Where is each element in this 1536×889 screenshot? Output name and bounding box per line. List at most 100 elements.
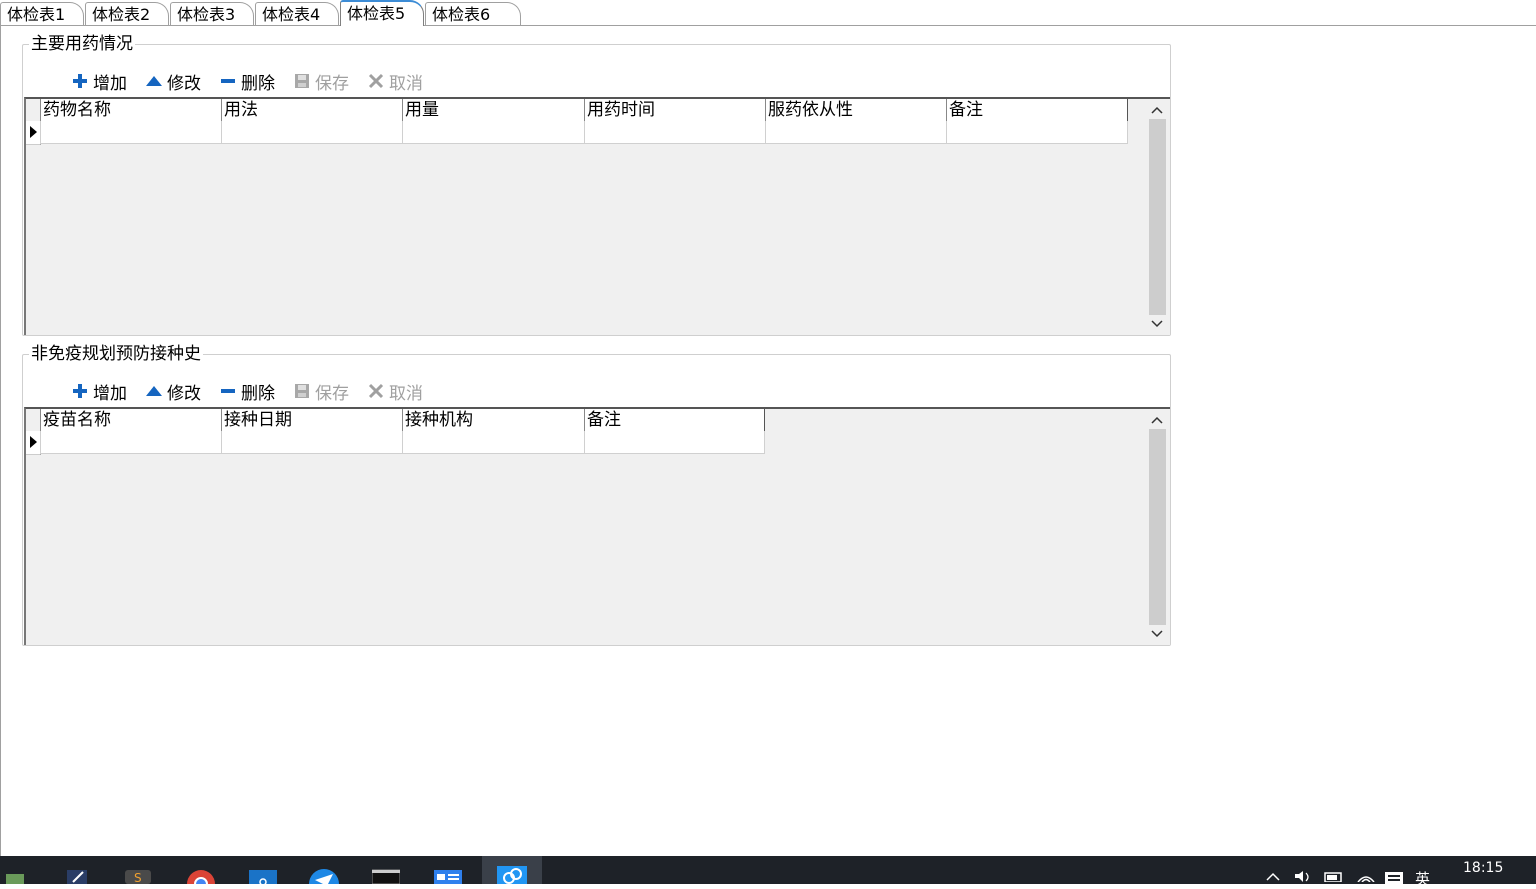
link-app-icon[interactable]	[482, 856, 542, 884]
save-button-label: 保存	[315, 383, 349, 404]
table-row[interactable]	[40, 431, 765, 454]
vertical-scrollbar[interactable]	[1146, 99, 1168, 335]
grid-header: 药物名称 用法 用量 用药时间 服药依从性 备注	[40, 99, 1128, 122]
taskbar: S 英 18:15	[0, 856, 1536, 888]
minus-icon	[219, 72, 237, 90]
add-button-label: 增加	[93, 73, 127, 94]
table-cell[interactable]	[40, 121, 221, 144]
table-cell[interactable]	[221, 431, 402, 454]
chevron-up-icon[interactable]	[1266, 870, 1280, 885]
column-header[interactable]: 接种日期	[221, 409, 402, 431]
cancel-button-label: 取消	[389, 383, 423, 404]
save-button-label: 保存	[315, 73, 349, 94]
edit-button-label: 修改	[167, 383, 201, 404]
save-button[interactable]: 保存	[293, 379, 349, 404]
chevron-up-icon[interactable]	[1146, 101, 1168, 119]
plus-icon	[71, 72, 89, 90]
table-cell[interactable]	[946, 121, 1128, 144]
row-indicator[interactable]	[26, 121, 41, 145]
tab-form-6[interactable]: 体检表6	[425, 2, 521, 25]
cancel-button[interactable]: 取消	[367, 69, 423, 94]
tab-form-4[interactable]: 体检表4	[255, 2, 339, 25]
tab-label: 体检表3	[177, 5, 236, 24]
close-icon	[367, 382, 385, 400]
floppy-disk-icon	[293, 72, 311, 90]
table-cell[interactable]	[40, 431, 221, 454]
vaccination-group: 非免疫规划预防接种史 增加 修改 删除 保存 取消 疫苗名称 接种日期 接种机构…	[22, 343, 1171, 646]
edit-button[interactable]: 修改	[145, 69, 201, 94]
close-icon	[367, 72, 385, 90]
chevron-down-icon[interactable]	[1146, 625, 1168, 643]
tab-label: 体检表1	[7, 5, 66, 24]
add-button[interactable]: 增加	[71, 69, 127, 94]
minus-icon	[219, 382, 237, 400]
tab-divider	[0, 25, 1536, 26]
svg-text:S: S	[134, 871, 142, 884]
table-cell[interactable]	[402, 121, 584, 144]
delete-button[interactable]: 删除	[219, 69, 275, 94]
column-header[interactable]: 用药时间	[584, 99, 765, 121]
grid-header: 疫苗名称 接种日期 接种机构 备注	[40, 409, 765, 432]
table-cell[interactable]	[402, 431, 584, 454]
vaccination-grid[interactable]: 疫苗名称 接种日期 接种机构 备注	[24, 407, 1170, 645]
edit-button[interactable]: 修改	[145, 379, 201, 404]
cancel-button[interactable]: 取消	[367, 379, 423, 404]
tab-form-3[interactable]: 体检表3	[170, 2, 254, 25]
send-app-icon[interactable]	[300, 856, 348, 884]
triangle-up-icon	[145, 382, 163, 400]
tab-label: 体检表5	[347, 4, 406, 23]
delete-button-label: 删除	[241, 73, 275, 94]
chrome-icon[interactable]	[177, 856, 225, 884]
delete-button[interactable]: 删除	[219, 379, 275, 404]
sublime-text-icon[interactable]: S	[114, 856, 162, 884]
clock[interactable]: 18:15	[1463, 860, 1503, 876]
tab-label: 体检表2	[92, 5, 151, 24]
plus-icon	[71, 382, 89, 400]
tab-form-1[interactable]: 体检表1	[0, 2, 84, 25]
vertical-scrollbar[interactable]	[1146, 409, 1168, 645]
column-header[interactable]: 服药依从性	[765, 99, 946, 121]
start-app-icon[interactable]	[0, 856, 30, 884]
table-row[interactable]	[40, 121, 1128, 144]
notification-icon[interactable]	[1384, 870, 1404, 888]
edit-button-label: 修改	[167, 73, 201, 94]
delete-button-label: 删除	[241, 383, 275, 404]
column-header[interactable]: 接种机构	[402, 409, 584, 431]
medication-grid[interactable]: 药物名称 用法 用量 用药时间 服药依从性 备注	[24, 97, 1170, 335]
column-header[interactable]: 备注	[946, 99, 1128, 121]
terminal-icon[interactable]	[362, 856, 410, 884]
table-cell[interactable]	[221, 121, 402, 144]
table-cell[interactable]	[584, 431, 765, 454]
chevron-up-icon[interactable]	[1146, 411, 1168, 429]
tab-label: 体检表6	[432, 5, 491, 24]
pen-app-icon[interactable]	[53, 856, 101, 884]
floppy-disk-icon	[293, 382, 311, 400]
scrollbar-thumb[interactable]	[1149, 119, 1166, 315]
table-cell[interactable]	[765, 121, 946, 144]
column-header[interactable]: 疫苗名称	[40, 409, 221, 431]
app-blue-icon[interactable]	[239, 856, 287, 884]
panel-border	[0, 26, 1, 856]
add-button-label: 增加	[93, 383, 127, 404]
column-header[interactable]: 备注	[584, 409, 765, 431]
column-header[interactable]: 药物名称	[40, 99, 221, 121]
save-button[interactable]: 保存	[293, 69, 349, 94]
add-button[interactable]: 增加	[71, 379, 127, 404]
column-header[interactable]: 用量	[402, 99, 584, 121]
contacts-app-icon[interactable]	[424, 856, 472, 884]
medication-group-title: 主要用药情况	[29, 33, 135, 55]
scrollbar-thumb[interactable]	[1149, 429, 1166, 625]
medication-group: 主要用药情况 增加 修改 删除 保存 取消 药物名称 用法 用量 用药时间 服药…	[22, 33, 1171, 336]
row-indicator[interactable]	[26, 431, 41, 455]
vaccination-toolbar: 增加 修改 删除 保存 取消	[71, 379, 441, 404]
medication-toolbar: 增加 修改 删除 保存 取消	[71, 69, 441, 94]
tab-form-5[interactable]: 体检表5	[340, 0, 424, 26]
ime-indicator[interactable]: 英	[1415, 868, 1430, 889]
column-header[interactable]: 用法	[221, 99, 402, 121]
chevron-down-icon[interactable]	[1146, 315, 1168, 333]
tab-bar: 体检表1 体检表2 体检表3 体检表4 体检表5 体检表6	[0, 0, 1536, 26]
tab-label: 体检表4	[262, 5, 321, 24]
tab-form-2[interactable]: 体检表2	[85, 2, 169, 25]
table-cell[interactable]	[584, 121, 765, 144]
vaccination-group-title: 非免疫规划预防接种史	[29, 343, 203, 365]
